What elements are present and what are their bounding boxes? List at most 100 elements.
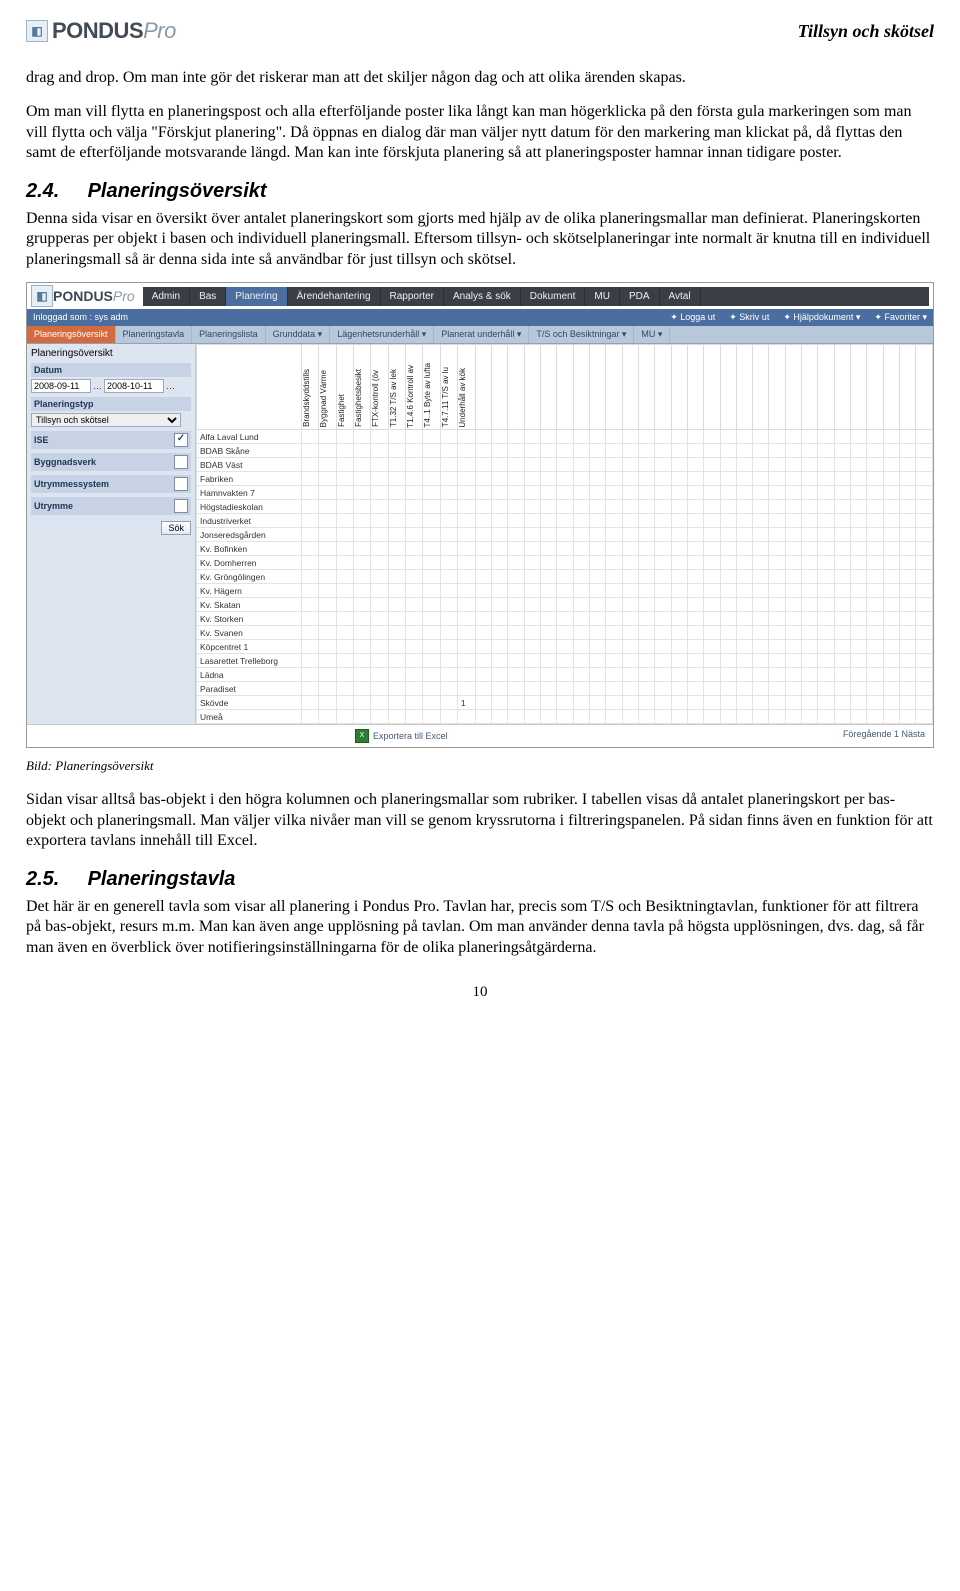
tab[interactable]: Planerat underhåll ▾ bbox=[434, 326, 529, 343]
column-header: T4..1 Byte av lufta bbox=[423, 363, 432, 427]
menu-item[interactable]: Admin bbox=[143, 287, 190, 306]
filter-panel: Planeringsöversikt Datum … … Planeringst… bbox=[27, 344, 196, 724]
row-header: Kv. Domherren bbox=[197, 556, 302, 570]
tab[interactable]: MU ▾ bbox=[634, 326, 670, 343]
table-row: Kv. Hägern bbox=[197, 584, 933, 598]
label-datum: Datum bbox=[31, 363, 191, 377]
table-row: Lasarettet Trelleborg bbox=[197, 654, 933, 668]
overview-table: BrandskyddstillsByggnad VärmeFastighetFa… bbox=[196, 344, 933, 724]
table-row: Umeå bbox=[197, 710, 933, 724]
subbar-link[interactable]: ✦ Favoriter ▾ bbox=[874, 312, 927, 323]
row-header: Köpcentret 1 bbox=[197, 640, 302, 654]
tab[interactable]: Planeringstavla bbox=[116, 326, 193, 343]
menu-item[interactable]: Analys & sök bbox=[444, 287, 521, 306]
row-header: Kv. Hägern bbox=[197, 584, 302, 598]
column-header: T1.4.6 Kontroll av bbox=[406, 365, 415, 428]
row-header: Alfa Laval Lund bbox=[197, 430, 302, 444]
subbar-right-links: ✦ Logga ut ✦ Skriv ut ✦ Hjälpdokument ▾ ✦ F… bbox=[670, 312, 927, 323]
app-subbar: Inloggad som : sys adm ✦ Logga ut ✦ Skriv… bbox=[27, 309, 933, 326]
table-row: Lädna bbox=[197, 668, 933, 682]
section-heading-24: 2.4. Planeringsöversikt bbox=[26, 180, 934, 203]
column-header: FTX-kontroll (öv bbox=[371, 370, 380, 427]
body-paragraph: Om man vill flytta en planeringspost och… bbox=[26, 102, 934, 163]
date-picker-icon[interactable]: … bbox=[166, 381, 175, 391]
label-utrymme: Utrymme bbox=[31, 497, 191, 515]
row-header: Högstadieskolan bbox=[197, 500, 302, 514]
section-number: 2.4. bbox=[26, 180, 82, 203]
row-header: BDAB Väst bbox=[197, 458, 302, 472]
planeringstyp-select[interactable]: Tillsyn och skötsel bbox=[31, 413, 181, 427]
menu-item[interactable]: Dokument bbox=[521, 287, 586, 306]
pagination[interactable]: Föregående 1 Nästa bbox=[843, 729, 925, 743]
column-header: Fastighetsbesikt bbox=[354, 369, 363, 427]
tab[interactable]: Planeringslista bbox=[192, 326, 266, 343]
menu-item[interactable]: PDA bbox=[620, 287, 660, 306]
menu-item[interactable]: Planering bbox=[226, 287, 287, 306]
sok-button[interactable]: Sök bbox=[161, 521, 191, 535]
app-logo-text: PONDUSPro bbox=[53, 288, 135, 304]
menu-item[interactable]: Avtal bbox=[660, 287, 701, 306]
page-header: ◧ PONDUSPro Tillsyn och skötsel bbox=[26, 18, 934, 44]
page-title: Tillsyn och skötsel bbox=[798, 21, 934, 42]
row-header: Kv. Storken bbox=[197, 612, 302, 626]
table-row: BDAB Väst bbox=[197, 458, 933, 472]
utrymmessystem-checkbox[interactable] bbox=[174, 477, 188, 491]
menu-item[interactable]: Ärendehantering bbox=[288, 287, 381, 306]
subbar-link[interactable]: ✦ Hjälpdokument ▾ bbox=[783, 312, 860, 323]
table-row: Kv. Bofinken bbox=[197, 542, 933, 556]
tab[interactable]: Grunddata ▾ bbox=[266, 326, 331, 343]
row-header: BDAB Skåne bbox=[197, 444, 302, 458]
label-byggnadsverk: Byggnadsverk bbox=[31, 453, 191, 471]
app-footer: X Exportera till Excel Föregående 1 Näst… bbox=[27, 724, 933, 747]
row-header: Jonseredsgården bbox=[197, 528, 302, 542]
column-header: Fastighet bbox=[337, 394, 346, 427]
tab[interactable]: T/S och Besiktningar ▾ bbox=[529, 326, 634, 343]
logo-suffix: Pro bbox=[143, 18, 176, 43]
section-number: 2.5. bbox=[26, 868, 82, 891]
body-paragraph: Denna sida visar en översikt över antale… bbox=[26, 209, 934, 270]
utrymme-checkbox[interactable] bbox=[174, 499, 188, 513]
table-row: Högstadieskolan bbox=[197, 500, 933, 514]
app-logo-suffix: Pro bbox=[113, 288, 135, 304]
row-header: Kv. Bofinken bbox=[197, 542, 302, 556]
logged-in-as: Inloggad som : sys adm bbox=[33, 312, 128, 323]
table-row: Fabriken bbox=[197, 472, 933, 486]
table-row: Kv. Gröngölingen bbox=[197, 570, 933, 584]
subbar-link[interactable]: ✦ Logga ut bbox=[670, 312, 715, 323]
table-row: Kv. Domherren bbox=[197, 556, 933, 570]
section-title: Planeringsöversikt bbox=[88, 180, 267, 202]
ise-checkbox[interactable] bbox=[174, 433, 188, 447]
label-planeringstyp: Planeringstyp bbox=[31, 397, 191, 411]
row-header: Kv. Skatan bbox=[197, 598, 302, 612]
section-heading-25: 2.5. Planeringstavla bbox=[26, 868, 934, 891]
date-range: … … bbox=[31, 379, 191, 393]
app-logo-badge-icon: ◧ bbox=[31, 285, 53, 307]
tab[interactable]: Lägenhetsrunderhåll ▾ bbox=[330, 326, 434, 343]
menu-item[interactable]: Bas bbox=[190, 287, 226, 306]
label-text: Planeringstyp bbox=[34, 399, 94, 409]
date-to-input[interactable] bbox=[104, 379, 164, 393]
label-utrymmessystem: Utrymmessystem bbox=[31, 475, 191, 493]
table-row: Alfa Laval Lund bbox=[197, 430, 933, 444]
subbar-link[interactable]: ✦ Skriv ut bbox=[729, 312, 769, 323]
section-title: Planeringstavla bbox=[88, 868, 236, 890]
byggnadsverk-checkbox[interactable] bbox=[174, 455, 188, 469]
menu-item[interactable]: Rapporter bbox=[381, 287, 444, 306]
export-excel-link[interactable]: X Exportera till Excel bbox=[355, 729, 448, 743]
tab[interactable]: Planeringsöversikt bbox=[27, 326, 116, 343]
row-header: Skövde bbox=[197, 696, 302, 710]
label-text: Byggnadsverk bbox=[34, 457, 96, 467]
app-main-menu: AdminBasPlaneringÄrendehanteringRapporte… bbox=[143, 287, 929, 306]
panel-title: Planeringsöversikt bbox=[31, 348, 191, 359]
app-body: Planeringsöversikt Datum … … Planeringst… bbox=[27, 344, 933, 724]
date-from-input[interactable] bbox=[31, 379, 91, 393]
page-number: 10 bbox=[26, 984, 934, 1001]
logo-badge-icon: ◧ bbox=[26, 20, 48, 42]
date-picker-icon[interactable]: … bbox=[93, 381, 102, 391]
label-text: Datum bbox=[34, 365, 62, 375]
grid-area: BrandskyddstillsByggnad VärmeFastighetFa… bbox=[196, 344, 933, 724]
table-row: Industriverket bbox=[197, 514, 933, 528]
menu-item[interactable]: MU bbox=[585, 287, 620, 306]
column-header: Byggnad Värme bbox=[319, 370, 328, 427]
logo-main: PONDUS bbox=[52, 18, 143, 43]
